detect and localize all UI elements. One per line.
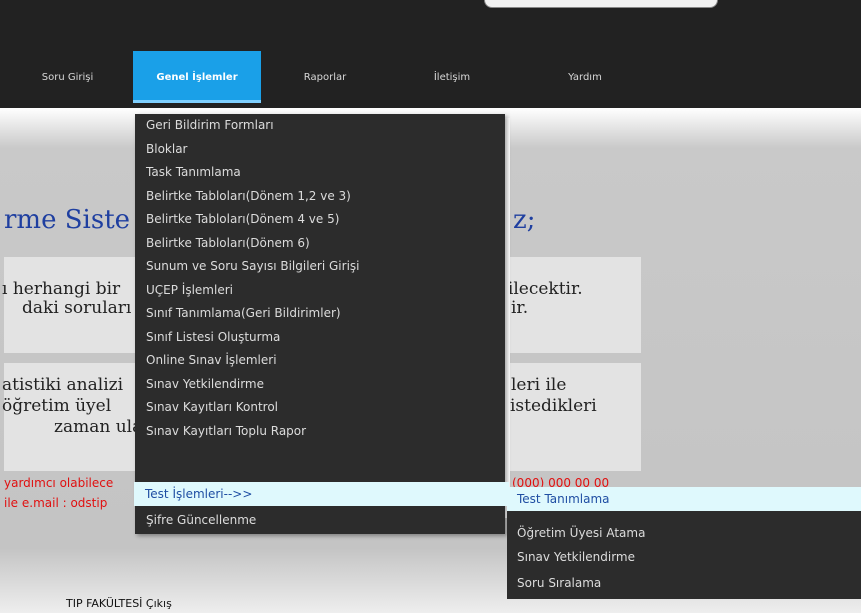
menu-item-belirtke-6[interactable]: Belirtke Tabloları(Dönem 6) [135, 232, 505, 255]
submenu-item-ogretim-uyesi-atama[interactable]: Öğretim Üyesi Atama [507, 521, 861, 545]
para1-line2-right: ir. [511, 298, 529, 318]
menu-item-bloklar[interactable]: Bloklar [135, 138, 505, 161]
nav-yardim[interactable]: Yardım [555, 51, 615, 103]
welcome-title-left: rme Siste [4, 205, 131, 235]
menu-scroll-edge [505, 118, 510, 518]
submenu-item-test-tanimlama[interactable]: Test Tanımlama [507, 487, 861, 511]
submenu-item-sinav-yetkilendirme[interactable]: Sınav Yetkilendirme [507, 545, 861, 569]
para1-line2-left: daki soruları [22, 298, 132, 318]
menu-item-sinif-tanimlama[interactable]: Sınıf Tanımlama(Geri Bildirimler) [135, 302, 505, 325]
footer-text[interactable]: TIP FAKÜLTESİ Çıkış [66, 597, 172, 610]
submenu-item-soru-siralama[interactable]: Soru Sıralama [507, 571, 861, 595]
para1-line1-left: ı herhangi bir [2, 279, 121, 299]
para2-line2-left: öğretim üyel [2, 396, 112, 416]
search-box[interactable] [484, 0, 718, 8]
menu-item-sinav-kayitlari-toplu-rapor[interactable]: Sınav Kayıtları Toplu Rapor [135, 420, 505, 443]
contact-line2-left: ile e.mail : odstip [4, 496, 108, 510]
para2-line1-right: leri ile [511, 375, 567, 395]
para2-line1-left: atistiki analizi [2, 375, 124, 395]
nav-iletisim[interactable]: İletişim [422, 51, 482, 103]
nav-soru-girisi[interactable]: Soru Girişi [30, 51, 105, 103]
menu-item-sinav-yetkilendirme[interactable]: Sınav Yetkilendirme [135, 373, 505, 396]
menu-item-sifre-guncelleme[interactable]: Şifre Güncellenme [135, 509, 505, 532]
para2-line2-right: istedikleri [510, 396, 597, 416]
menu-item-test-islemleri[interactable]: Test İşlemleri-->> [134, 482, 509, 506]
test-islemleri-submenu: Test Tanımlama Öğretim Üyesi Atama Sınav… [507, 487, 861, 599]
menu-item-task-tanimlama[interactable]: Task Tanımlama [135, 161, 505, 184]
genel-islemler-dropdown: Geri Bildirim Formları Bloklar Task Tanı… [134, 114, 509, 534]
top-header: Soru Girişi Genel İşlemler Raporlar İlet… [0, 0, 861, 108]
menu-item-sinif-listesi[interactable]: Sınıf Listesi Oluşturma [135, 326, 505, 349]
menu-item-belirtke-4-5[interactable]: Belirtke Tabloları(Dönem 4 ve 5) [135, 208, 505, 231]
menu-item-sunum-soru-sayisi[interactable]: Sunum ve Soru Sayısı Bilgileri Girişi [135, 255, 505, 278]
nav-genel-islemler[interactable]: Genel İşlemler [133, 51, 261, 103]
para2-line3-left: zaman ula [54, 417, 143, 437]
contact-line1-left: yardımcı olabilece [4, 476, 114, 490]
menu-item-sinav-kayitlari-kontrol[interactable]: Sınav Kayıtları Kontrol [135, 396, 505, 419]
menu-item-belirtke-1-2-3[interactable]: Belirtke Tabloları(Dönem 1,2 ve 3) [135, 185, 505, 208]
menu-item-online-sinav[interactable]: Online Sınav İşlemleri [135, 349, 505, 372]
menu-item-ucep-islemleri[interactable]: UÇEP İşlemleri [135, 279, 505, 302]
nav-raporlar[interactable]: Raporlar [290, 51, 360, 103]
menu-item-geri-bildirim-formlari[interactable]: Geri Bildirim Formları [135, 114, 505, 137]
welcome-title-right: z; [513, 205, 536, 235]
